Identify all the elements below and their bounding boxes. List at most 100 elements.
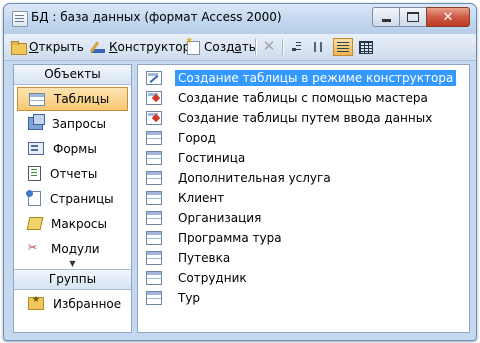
list-item[interactable]: Программа тура bbox=[146, 229, 285, 247]
objects-listview: Создание таблицы в режиме конструктора С… bbox=[137, 64, 470, 333]
create-label-pre: Созд bbox=[204, 40, 235, 54]
table-icon bbox=[146, 271, 162, 285]
delete-icon[interactable]: ✕ bbox=[262, 39, 276, 54]
list-item[interactable]: Создание таблицы с помощью мастера bbox=[146, 89, 431, 107]
close-button[interactable]: ✕ bbox=[426, 7, 470, 27]
object-tables[interactable]: Таблицы bbox=[17, 87, 128, 111]
list-item[interactable]: Клиент bbox=[146, 189, 227, 207]
list-item-label: Создание таблицы с помощью мастера bbox=[178, 91, 428, 105]
database-window-icon[interactable] bbox=[12, 11, 28, 27]
query-icon bbox=[28, 114, 45, 130]
object-modules[interactable]: Модули bbox=[14, 236, 131, 261]
large-icons-view-button[interactable] bbox=[287, 38, 307, 56]
form-icon bbox=[28, 142, 44, 155]
object-macros[interactable]: Макросы bbox=[14, 211, 131, 236]
small-icons-icon bbox=[314, 42, 326, 52]
toolbar-separator bbox=[255, 39, 257, 55]
table-icon bbox=[146, 291, 162, 305]
list-item[interactable]: Тур bbox=[146, 289, 203, 307]
wizard-icon bbox=[146, 91, 162, 105]
large-icons-icon bbox=[292, 42, 302, 52]
design-icon bbox=[90, 39, 106, 55]
title-bar[interactable]: БД : база данных (формат Access 2000) ✕ bbox=[4, 4, 476, 34]
object-label: Макросы bbox=[51, 216, 107, 231]
list-item[interactable]: Сотрудник bbox=[146, 269, 250, 287]
open-label: ткрыть bbox=[38, 40, 84, 54]
object-label: Отчеты bbox=[50, 166, 98, 181]
list-item-label: Программа тура bbox=[178, 231, 282, 245]
table-icon bbox=[29, 92, 45, 106]
list-item[interactable]: Город bbox=[146, 129, 219, 147]
list-item[interactable]: Гостиница bbox=[146, 149, 248, 167]
object-label: Запросы bbox=[52, 116, 106, 131]
wizard-icon bbox=[146, 111, 162, 125]
list-item-label: Создание таблицы в режиме конструктора bbox=[175, 70, 457, 86]
small-icons-view-button[interactable] bbox=[310, 38, 330, 56]
list-item[interactable]: Организация bbox=[146, 209, 264, 227]
object-label: Модули bbox=[51, 241, 100, 256]
list-item-label: Создание таблицы путем ввода данных bbox=[178, 111, 433, 125]
object-label: Таблицы bbox=[54, 92, 110, 106]
toolbar: Открыть Конструктор Создать ✕ bbox=[4, 34, 476, 61]
module-icon bbox=[28, 241, 42, 254]
objects-group-header[interactable]: Объекты bbox=[14, 65, 131, 85]
list-view-button[interactable] bbox=[333, 38, 353, 56]
table-icon bbox=[146, 231, 162, 245]
list-item-label: Город bbox=[178, 131, 216, 145]
design-label: онструктор bbox=[117, 40, 191, 54]
list-item[interactable]: Создание таблицы путем ввода данных bbox=[146, 109, 435, 127]
window-title: БД : база данных (формат Access 2000) bbox=[31, 10, 282, 24]
object-queries[interactable]: Запросы bbox=[14, 111, 131, 136]
design-label-hotkey: К bbox=[109, 40, 118, 54]
list-item[interactable]: Создание таблицы в режиме конструктора bbox=[146, 69, 457, 87]
table-icon bbox=[146, 151, 162, 165]
create-label-post: ть bbox=[241, 40, 256, 54]
object-reports[interactable]: Отчеты bbox=[14, 161, 131, 186]
details-view-button[interactable] bbox=[356, 38, 376, 56]
groups-header[interactable]: Группы bbox=[14, 270, 131, 290]
group-favorites[interactable]: Избранное bbox=[14, 290, 131, 317]
table-icon bbox=[146, 211, 162, 225]
table-icon bbox=[146, 251, 162, 265]
open-folder-icon bbox=[10, 39, 27, 55]
design-table-icon bbox=[146, 71, 162, 85]
report-icon bbox=[28, 166, 41, 181]
macro-icon bbox=[26, 217, 44, 230]
open-label-hotkey: О bbox=[29, 40, 39, 54]
object-forms[interactable]: Формы bbox=[14, 136, 131, 161]
create-label-hotkey: а bbox=[234, 40, 242, 54]
objects-list: Таблицы Запросы Формы Отчеты Страницы Ма… bbox=[14, 85, 131, 270]
table-icon bbox=[146, 131, 162, 145]
page-icon bbox=[26, 190, 41, 206]
list-item-label: Организация bbox=[178, 211, 262, 225]
create-button[interactable]: Создать bbox=[185, 36, 256, 56]
open-button[interactable]: Открыть bbox=[10, 38, 84, 56]
scroll-down-arrow[interactable]: ▼ bbox=[14, 259, 131, 269]
toolbar-separator bbox=[282, 39, 284, 55]
caption-buttons: ✕ bbox=[372, 7, 470, 27]
maximize-button[interactable] bbox=[399, 7, 426, 27]
objects-panel: Объекты Таблицы Запросы Формы Отчеты Стр… bbox=[13, 64, 132, 333]
new-object-icon bbox=[185, 36, 201, 55]
object-label: Формы bbox=[53, 141, 97, 156]
group-label: Избранное bbox=[53, 296, 122, 311]
favorites-icon bbox=[28, 295, 44, 310]
maximize-icon bbox=[407, 12, 419, 22]
close-icon: ✕ bbox=[442, 9, 454, 25]
minimize-button[interactable] bbox=[372, 7, 399, 27]
list-item-label: Путевка bbox=[178, 251, 231, 265]
table-icon bbox=[146, 191, 162, 205]
list-item-label: Гостиница bbox=[178, 151, 246, 165]
table-icon bbox=[146, 171, 162, 185]
object-pages[interactable]: Страницы bbox=[14, 186, 131, 211]
list-item[interactable]: Дополнительная услуга bbox=[146, 169, 334, 187]
list-item-label: Сотрудник bbox=[178, 271, 247, 285]
design-button[interactable]: Конструктор bbox=[90, 38, 190, 56]
list-item[interactable]: Путевка bbox=[146, 249, 233, 267]
details-icon bbox=[359, 40, 373, 54]
list-item-label: Клиент bbox=[178, 191, 225, 205]
list-icon bbox=[337, 42, 349, 52]
list-item-label: Тур bbox=[178, 291, 201, 305]
database-window: БД : база данных (формат Access 2000) ✕ … bbox=[3, 3, 477, 341]
minimize-icon bbox=[381, 18, 391, 22]
